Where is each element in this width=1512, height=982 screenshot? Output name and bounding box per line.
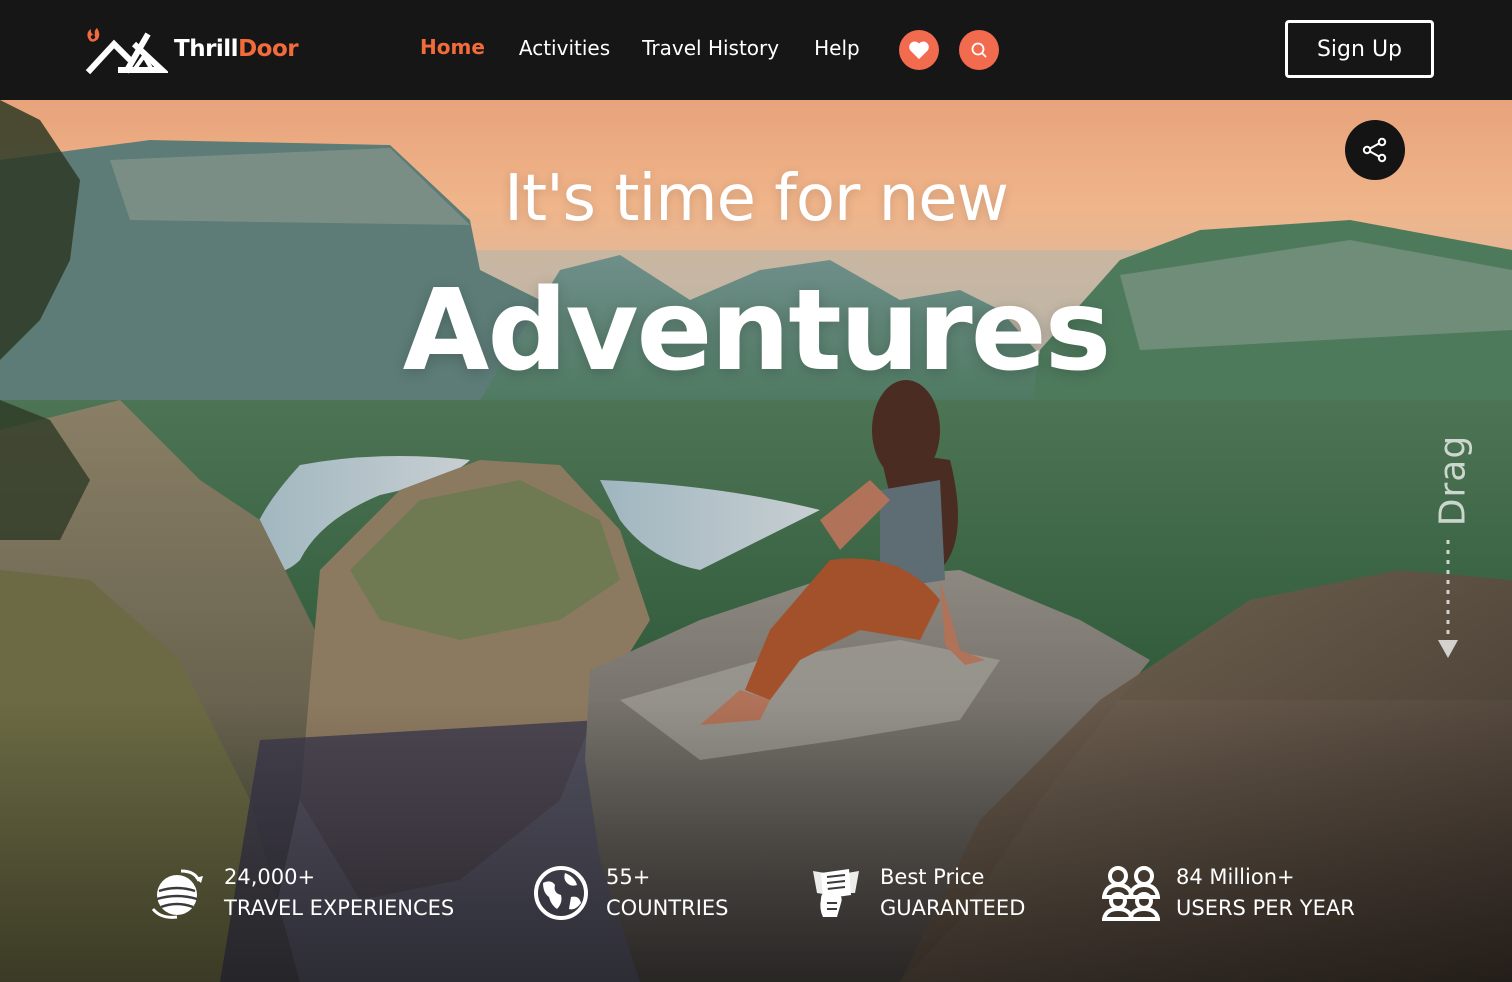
search-button[interactable] (959, 30, 999, 70)
arrow-down-icon (1438, 540, 1458, 658)
globe-plane-icon (150, 864, 208, 922)
share-icon (1362, 137, 1387, 163)
stat-label: COUNTRIES (606, 896, 729, 920)
brand-name-part1: Thrill (174, 36, 239, 62)
stat-value: 55+ (606, 865, 651, 889)
heart-icon (909, 41, 929, 60)
hero-section: It's time for new Adventures Drag 24,000… (0, 100, 1512, 982)
sign-up-button[interactable]: Sign Up (1285, 20, 1434, 78)
hero-subheadline: It's time for new (504, 162, 1009, 236)
stat-countries: 55+ COUNTRIES (532, 862, 728, 924)
stat-best-price: Best Price GUARANTEED (806, 862, 1025, 924)
stat-label: TRAVEL EXPERIENCES (224, 896, 455, 920)
money-icon (806, 864, 864, 922)
brand-name: ThrillDoor (174, 36, 299, 62)
stat-value: 24,000+ (224, 865, 316, 889)
stat-users: 84 Million+ USERS PER YEAR (1102, 862, 1355, 924)
nav-travel-history[interactable]: Travel History (642, 36, 779, 60)
top-navbar: ThrillDoor Home Activities Travel Histor… (0, 0, 1512, 100)
brand-name-part2: Door (238, 36, 299, 62)
favorites-button[interactable] (899, 30, 939, 70)
stats-bar: 24,000+ TRAVEL EXPERIENCES 55+ COUNTRIES (0, 862, 1512, 932)
nav-activities[interactable]: Activities (519, 36, 610, 60)
stat-value: 84 Million+ (1176, 865, 1295, 889)
stat-label: GUARANTEED (880, 896, 1026, 920)
drag-label: Drag (1432, 434, 1474, 527)
hero-headline: Adventures (402, 266, 1112, 396)
drag-handle[interactable]: Drag (1418, 410, 1478, 670)
stat-value: Best Price (880, 865, 985, 889)
main-nav: Home Activities Travel History Help (420, 35, 892, 61)
users-icon (1102, 864, 1160, 922)
nav-home[interactable]: Home (420, 35, 485, 59)
logo-tent-icon (85, 28, 168, 75)
globe-icon (532, 864, 590, 922)
stat-travel-experiences: 24,000+ TRAVEL EXPERIENCES (150, 862, 454, 924)
search-icon (971, 42, 987, 58)
stat-label: USERS PER YEAR (1176, 896, 1355, 920)
nav-help[interactable]: Help (814, 36, 860, 60)
brand-logo[interactable]: ThrillDoor (82, 26, 302, 76)
